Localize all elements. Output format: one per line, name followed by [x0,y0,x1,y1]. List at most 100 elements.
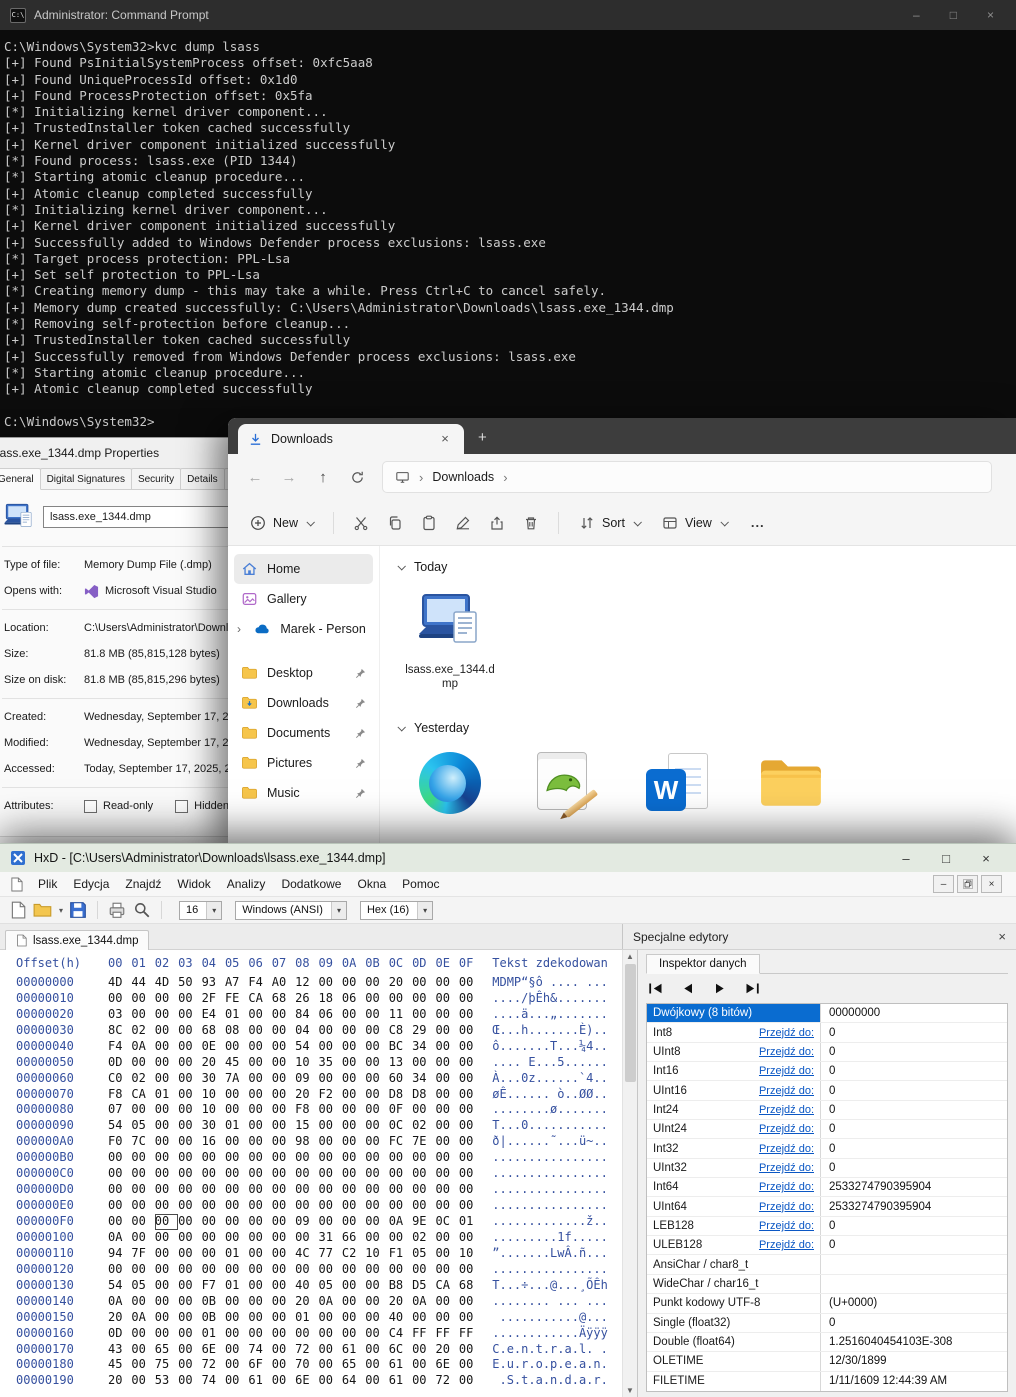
hex-byte[interactable]: 00 [435,1166,458,1182]
hex-scrollbar[interactable]: ▲ ▼ [622,950,637,1397]
hex-byte[interactable]: 00 [365,1150,388,1166]
hex-byte[interactable]: 12 [295,975,318,991]
hex-byte[interactable]: 0A [108,1294,131,1310]
tab-digital-signatures[interactable]: Digital Signatures [40,468,132,490]
sidebar-item-pictures[interactable]: Pictures [234,748,373,778]
hex-byte[interactable]: 00 [435,1071,458,1087]
hex-byte[interactable]: 00 [131,1294,154,1310]
hex-byte[interactable]: 00 [155,1166,178,1182]
hex-byte[interactable]: FE [225,991,248,1007]
menu-edycja[interactable]: Edycja [65,874,117,894]
hex-byte[interactable]: 93 [202,975,225,991]
hex-byte[interactable]: 68 [459,1278,482,1294]
inspector-row-uint64[interactable]: UInt64Przejdź do:2533274790395904 [647,1197,1007,1216]
hex-byte[interactable]: 00 [412,1262,435,1278]
hex-byte[interactable]: 00 [225,1294,248,1310]
hex-byte[interactable]: 00 [202,1198,225,1214]
hex-byte[interactable]: 00 [131,1230,154,1246]
hex-byte[interactable]: 00 [225,1039,248,1055]
hex-byte[interactable]: 00 [342,1007,365,1023]
hex-byte[interactable]: 65 [155,1342,178,1358]
cmd-titlebar[interactable]: C:\ Administrator: Command Prompt – □ × [0,0,1016,30]
hex-byte[interactable]: 54 [108,1278,131,1294]
hex-byte[interactable]: 00 [412,1357,435,1373]
hex-byte[interactable]: 00 [272,1198,295,1214]
inspector-row-filetime[interactable]: FILETIME1/11/1609 12:44:39 AM [647,1372,1007,1391]
menu-okna[interactable]: Okna [349,874,394,894]
hex-byte[interactable]: B8 [389,1278,412,1294]
hex-byte[interactable]: 68 [202,1023,225,1039]
hex-byte[interactable]: 00 [459,1134,482,1150]
goto-link[interactable]: Przejdź do: [759,1220,814,1232]
hex-byte[interactable]: 4D [155,975,178,991]
hex-byte[interactable]: 00 [248,1214,271,1230]
hex-byte[interactable]: 00 [459,1262,482,1278]
hex-byte[interactable]: 00 [412,1007,435,1023]
hex-byte[interactable]: 00 [272,1182,295,1198]
hex-byte[interactable]: 00 [202,1182,225,1198]
hex-byte[interactable]: 00 [272,1326,295,1342]
hex-byte[interactable]: 54 [108,1118,131,1134]
hex-byte[interactable]: 6E [435,1357,458,1373]
hex-byte[interactable]: 00 [365,1102,388,1118]
inspector-row-uint16[interactable]: UInt16Przejdź do:0 [647,1081,1007,1100]
tab-general[interactable]: General [0,468,41,490]
hex-byte[interactable]: 00 [295,1262,318,1278]
hex-byte[interactable]: FF [459,1326,482,1342]
hex-byte[interactable]: 00 [412,1166,435,1182]
hex-byte[interactable]: 77 [319,1246,342,1262]
goto-link[interactable]: Przejdź do: [759,1239,814,1251]
hex-byte[interactable]: 00 [108,1262,131,1278]
hex-byte[interactable]: 0F [389,1102,412,1118]
hex-byte[interactable]: 00 [435,1246,458,1262]
refresh-button[interactable] [340,470,374,485]
hex-byte[interactable]: 30 [202,1118,225,1134]
cut-button[interactable] [344,507,378,539]
menu-znajd[interactable]: Znajdź [117,874,169,894]
sidebar-item-gallery[interactable]: Gallery [234,584,373,614]
hex-byte[interactable]: 00 [131,1166,154,1182]
hex-byte[interactable]: 34 [412,1039,435,1055]
hex-byte[interactable]: CA [131,1087,154,1103]
goto-link[interactable]: Przejdź do: [759,1085,814,1097]
hex-byte[interactable]: 53 [155,1373,178,1389]
hex-byte[interactable]: A7 [225,975,248,991]
hex-byte[interactable]: 00 [178,1294,201,1310]
hex-byte[interactable]: 00 [178,1278,201,1294]
hex-byte[interactable]: 13 [389,1055,412,1071]
hex-byte[interactable]: 00 [459,1023,482,1039]
hex-byte[interactable]: D5 [412,1278,435,1294]
hex-byte[interactable]: 00 [155,1310,178,1326]
hex-byte[interactable]: 72 [295,1342,318,1358]
hex-byte[interactable]: 8C [108,1023,131,1039]
hex-byte[interactable]: 00 [365,975,388,991]
hex-byte[interactable]: 00 [272,1373,295,1389]
hex-byte[interactable]: 00 [272,1007,295,1023]
hex-byte[interactable]: 74 [248,1342,271,1358]
hex-byte[interactable]: A0 [272,975,295,991]
inspector-row-punkt-kodowy-utf-8[interactable]: Punkt kodowy UTF-8(U+0000) [647,1294,1007,1313]
hex-byte[interactable]: 00 [178,1166,201,1182]
hex-byte[interactable]: 00 [365,1166,388,1182]
hex-byte[interactable]: 04 [295,1023,318,1039]
hex-byte[interactable]: 00 [459,1294,482,1310]
hex-byte[interactable]: 00 [412,1150,435,1166]
hex-byte[interactable]: 00 [178,1182,201,1198]
new-tab-button[interactable]: + [478,429,487,446]
inspector-row-int64[interactable]: Int64Przejdź do:2533274790395904 [647,1178,1007,1197]
hex-byte[interactable]: 00 [131,1102,154,1118]
hex-byte[interactable]: 00 [319,1023,342,1039]
hex-byte[interactable]: 00 [272,1342,295,1358]
hex-byte[interactable]: 9E [412,1214,435,1230]
hex-byte[interactable]: 00 [108,1182,131,1198]
hex-byte[interactable]: 00 [365,1294,388,1310]
hex-byte[interactable]: 00 [342,1198,365,1214]
hex-byte[interactable]: 00 [342,1278,365,1294]
hex-byte[interactable]: 26 [295,991,318,1007]
hex-byte[interactable]: 2F [202,991,225,1007]
hex-byte[interactable]: 70 [295,1357,318,1373]
hex-byte[interactable]: 00 [319,1182,342,1198]
hex-byte[interactable]: 00 [412,975,435,991]
file-item[interactable] [744,751,840,815]
file-item-lsass-exe-1344-dmp[interactable]: lsass.exe_1344.dmp [402,590,498,691]
